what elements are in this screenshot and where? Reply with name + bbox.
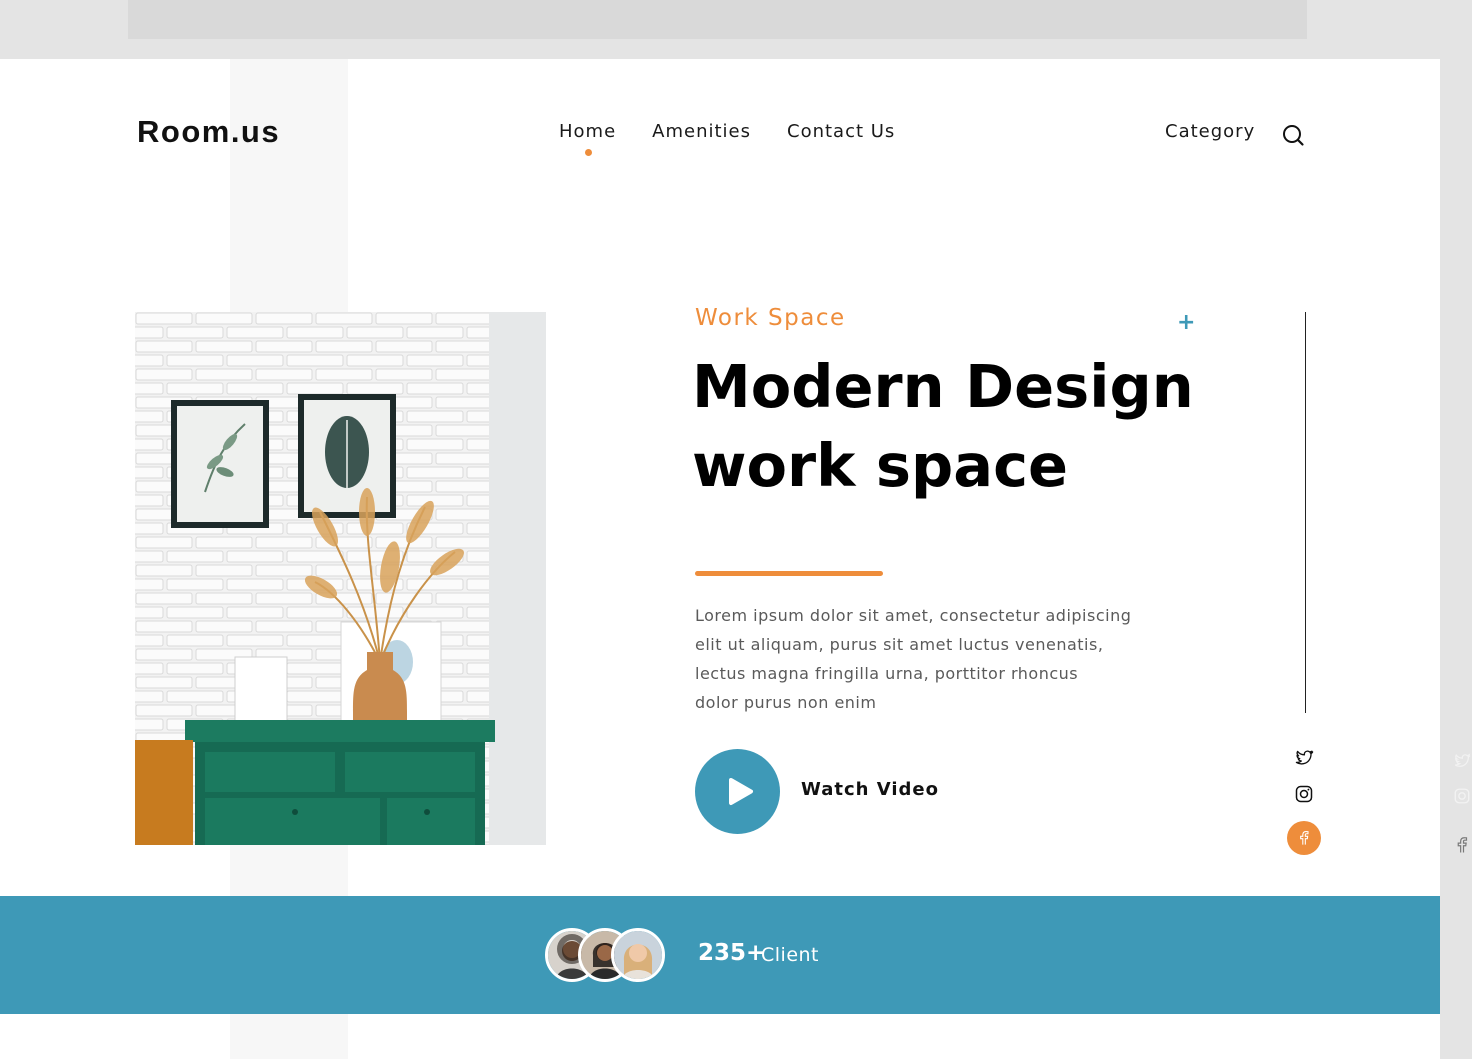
nav-item-amenities[interactable]: Amenities <box>652 121 751 142</box>
description-line: dolor purus non enim <box>695 693 877 712</box>
hero-description: Lorem ipsum dolor sit amet, consectetur … <box>695 601 1135 717</box>
nav-item-home[interactable]: Home <box>559 121 616 156</box>
hero-headline: Modern Design work space <box>692 347 1252 505</box>
headline-line-2: work space <box>692 431 1069 500</box>
category-link[interactable]: Category <box>1165 121 1255 142</box>
nav-item-contact-us[interactable]: Contact Us <box>787 121 895 142</box>
description-line: Lorem ipsum dolor sit amet, consectetur … <box>695 606 1132 625</box>
twitter-icon <box>1453 752 1471 770</box>
landing-page: Room.us Home Amenities Contact Us Catego… <box>0 59 1440 1059</box>
client-avatar <box>611 928 665 982</box>
accent-divider <box>695 571 883 576</box>
browser-top-strip <box>128 0 1307 39</box>
play-icon <box>729 778 753 805</box>
client-count: 235+ <box>698 940 766 966</box>
main-nav: Home Amenities Contact Us <box>559 121 895 156</box>
site-logo[interactable]: Room.us <box>137 114 280 150</box>
description-line: elit ut aliquam, purus sit amet luctus v… <box>695 635 1104 654</box>
instagram-icon[interactable] <box>1294 784 1314 804</box>
hero-photo <box>135 312 546 845</box>
search-icon[interactable] <box>1281 123 1305 147</box>
play-video-button[interactable] <box>695 749 780 834</box>
clients-band: 235+ Client <box>0 896 1440 1014</box>
client-label: Client <box>761 944 820 966</box>
headline-line-1: Modern Design <box>692 352 1194 421</box>
facebook-icon[interactable] <box>1287 821 1321 855</box>
right-gutter <box>1440 59 1472 1059</box>
vertical-divider <box>1305 312 1306 713</box>
facebook-icon <box>1453 836 1471 854</box>
twitter-icon[interactable] <box>1294 748 1314 768</box>
hero-eyebrow: Work Space <box>695 305 846 331</box>
description-line: lectus magna fringilla urna, porttitor r… <box>695 664 1079 683</box>
plus-icon: + <box>1177 310 1196 335</box>
watch-video-link[interactable]: Watch Video <box>801 779 939 800</box>
instagram-icon <box>1453 787 1471 805</box>
